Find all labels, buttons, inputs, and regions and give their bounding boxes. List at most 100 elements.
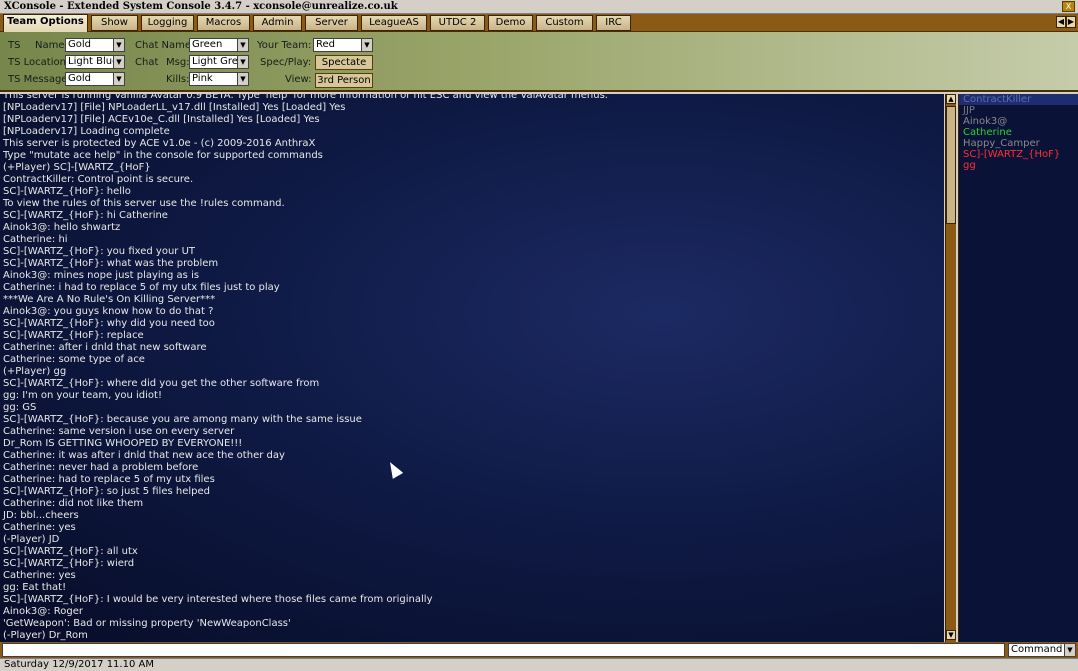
console-line: (+Player) gg bbox=[3, 366, 67, 377]
dropdown-arrow-icon[interactable]: ▼ bbox=[113, 39, 124, 51]
player-list-item[interactable]: Ainok3@ bbox=[959, 116, 1078, 127]
console-line: Catherine: yes bbox=[3, 522, 76, 533]
scroll-down-icon[interactable]: ▼ bbox=[946, 630, 956, 640]
your-team-value: Red bbox=[316, 39, 335, 50]
player-list-item[interactable]: gg bbox=[959, 160, 1078, 171]
chat-msg-select[interactable]: Light Gree ▼ bbox=[189, 55, 249, 69]
console-line: Catherine: yes bbox=[3, 570, 76, 581]
tab-custom[interactable]: Custom bbox=[536, 15, 593, 31]
ts-name-label: Name: bbox=[35, 40, 68, 51]
dropdown-arrow-icon[interactable]: ▼ bbox=[1064, 644, 1075, 656]
console-line: gg: I'm on your team, you idiot! bbox=[3, 390, 162, 401]
player-list-item[interactable]: JJP bbox=[959, 105, 1078, 116]
chat-msg-label: Msg: bbox=[166, 57, 190, 68]
player-list-item[interactable]: Happy_Camper bbox=[959, 138, 1078, 149]
dropdown-arrow-icon[interactable]: ▼ bbox=[361, 39, 372, 51]
console-line: Catherine: same version i use on every s… bbox=[3, 426, 235, 437]
kills-label: Kills: bbox=[166, 74, 190, 85]
ts-message-label: TS Message: bbox=[8, 74, 71, 85]
tab-utdc2[interactable]: UTDC 2 bbox=[430, 15, 485, 31]
chat-label: Chat bbox=[135, 57, 159, 68]
console-line: (+Player) SC]-[WARTZ_{HoF} bbox=[3, 162, 151, 173]
tab-demo[interactable]: Demo bbox=[488, 15, 533, 31]
player-list-item[interactable]: Catherine bbox=[959, 127, 1078, 138]
console-line: 'GetWeapon': Bad or missing property 'Ne… bbox=[3, 618, 291, 629]
console-line: SC]-[WARTZ_{HoF}: hello bbox=[3, 186, 131, 197]
tab-logging[interactable]: Logging bbox=[141, 15, 194, 31]
team-options-panel: TS Name: Gold ▼ TS Location: Light Blue … bbox=[0, 32, 1078, 92]
console-line: Catherine: never had a problem before bbox=[3, 462, 199, 473]
console-scrollbar[interactable]: ▲ ▼ bbox=[945, 94, 956, 642]
console-line: Catherine: it was after i dnld that new … bbox=[3, 450, 285, 461]
ts-location-select[interactable]: Light Blue ▼ bbox=[65, 55, 125, 69]
command-mode-select[interactable]: Command ▼ bbox=[1008, 643, 1076, 657]
ts-label: TS bbox=[8, 40, 21, 51]
console-line: SC]-[WARTZ_{HoF}: all utx bbox=[3, 546, 138, 557]
tab-bar: Team Options Show Logging Macros Admin S… bbox=[0, 14, 1078, 32]
console-line: SC]-[WARTZ_{HoF}: because you are among … bbox=[3, 414, 362, 425]
console-line: gg: GS bbox=[3, 402, 37, 413]
console-line: This server is protected by ACE v1.0e - … bbox=[3, 138, 316, 149]
status-datetime: Saturday 12/9/2017 11.10 AM bbox=[4, 659, 154, 670]
ts-name-value: Gold bbox=[68, 39, 91, 50]
spec-play-label: Spec/Play: bbox=[260, 57, 312, 68]
tab-irc[interactable]: IRC bbox=[596, 15, 631, 31]
your-team-select[interactable]: Red ▼ bbox=[313, 38, 373, 52]
console-line: Catherine: after i dnld that new softwar… bbox=[3, 342, 207, 353]
console-line: Catherine: had to replace 5 of my utx fi… bbox=[3, 474, 215, 485]
console-line: JD: bbl...cheers bbox=[3, 510, 79, 521]
console-line: SC]-[WARTZ_{HoF}: hi Catherine bbox=[3, 210, 168, 221]
command-bar: Command ▼ bbox=[0, 642, 1078, 658]
console-line: Catherine: did not like them bbox=[3, 498, 144, 509]
console-line: This server is running Vanilla Avatar 0.… bbox=[3, 94, 608, 101]
console-line: Type "mutate ace help" in the console fo… bbox=[3, 150, 323, 161]
dropdown-arrow-icon[interactable]: ▼ bbox=[113, 56, 124, 68]
tab-server[interactable]: Server bbox=[305, 15, 358, 31]
player-list-item[interactable]: SC]-[WARTZ_{HoF} bbox=[959, 149, 1078, 160]
console-line: Catherine: some type of ace bbox=[3, 354, 145, 365]
console-line: SC]-[WARTZ_{HoF}: I would be very intere… bbox=[3, 594, 433, 605]
command-input[interactable] bbox=[2, 643, 1005, 657]
kills-value: Pink bbox=[192, 73, 213, 84]
your-team-label: Your Team: bbox=[257, 40, 312, 51]
dropdown-arrow-icon[interactable]: ▼ bbox=[113, 73, 124, 85]
chat-name-select[interactable]: Green ▼ bbox=[189, 38, 249, 52]
console-lines: This server is running Vanilla Avatar 0.… bbox=[0, 94, 608, 642]
console-line: Ainok3@: mines nope just playing as is bbox=[3, 270, 200, 281]
console-scroll-thumb[interactable] bbox=[946, 106, 956, 224]
ts-message-select[interactable]: Gold ▼ bbox=[65, 72, 125, 86]
tab-leagueas[interactable]: LeagueAS bbox=[361, 15, 427, 31]
dropdown-arrow-icon[interactable]: ▼ bbox=[237, 56, 248, 68]
dropdown-arrow-icon[interactable]: ▼ bbox=[237, 73, 248, 85]
player-list[interactable]: ContractKiller JJP Ainok3@ Catherine Happy_C… bbox=[958, 94, 1078, 642]
console-line: Catherine: hi bbox=[3, 234, 68, 245]
command-mode-value: Command bbox=[1011, 644, 1063, 655]
console-line: [NPLoaderv17] [File] NPLoaderLL_v17.dll … bbox=[3, 102, 346, 113]
tab-admin[interactable]: Admin bbox=[253, 15, 302, 31]
console-line: Ainok3@: you guys know how to do that ? bbox=[3, 306, 214, 317]
console-line: [NPLoaderv17] [File] ACEv10e_C.dll [Inst… bbox=[3, 114, 320, 125]
ts-message-value: Gold bbox=[68, 73, 91, 84]
tab-show[interactable]: Show bbox=[91, 15, 138, 31]
console-line: Ainok3@: Roger bbox=[3, 606, 84, 617]
kills-select[interactable]: Pink ▼ bbox=[189, 72, 249, 86]
console-line: SC]-[WARTZ_{HoF}: what was the problem bbox=[3, 258, 219, 269]
status-bar: Saturday 12/9/2017 11.10 AM bbox=[0, 658, 1078, 671]
console-line: SC]-[WARTZ_{HoF}: so just 5 files helped bbox=[3, 486, 210, 497]
window-title: XConsole - Extended System Console 3.4.7… bbox=[4, 1, 398, 12]
spectate-button[interactable]: Spectate bbox=[315, 55, 373, 70]
dropdown-arrow-icon[interactable]: ▼ bbox=[237, 39, 248, 51]
player-list-item[interactable]: ContractKiller bbox=[959, 94, 1078, 105]
console-output[interactable]: This server is running Vanilla Avatar 0.… bbox=[0, 94, 944, 642]
tab-macros[interactable]: Macros bbox=[197, 15, 250, 31]
scroll-up-icon[interactable]: ▲ bbox=[946, 94, 956, 104]
console-line: gg: Eat that! bbox=[3, 582, 67, 593]
console-line: SC]-[WARTZ_{HoF}: where did you get the … bbox=[3, 378, 320, 389]
tab-team-options[interactable]: Team Options bbox=[3, 14, 88, 32]
tab-scroll-left-icon[interactable]: ◀ bbox=[1056, 16, 1066, 28]
view-button[interactable]: 3rd Person bbox=[315, 73, 373, 88]
ts-name-select[interactable]: Gold ▼ bbox=[65, 38, 125, 52]
close-button[interactable]: X bbox=[1062, 1, 1075, 12]
tab-scroll-right-icon[interactable]: ▶ bbox=[1066, 16, 1076, 28]
console-line: (-Player) JD bbox=[3, 534, 60, 545]
